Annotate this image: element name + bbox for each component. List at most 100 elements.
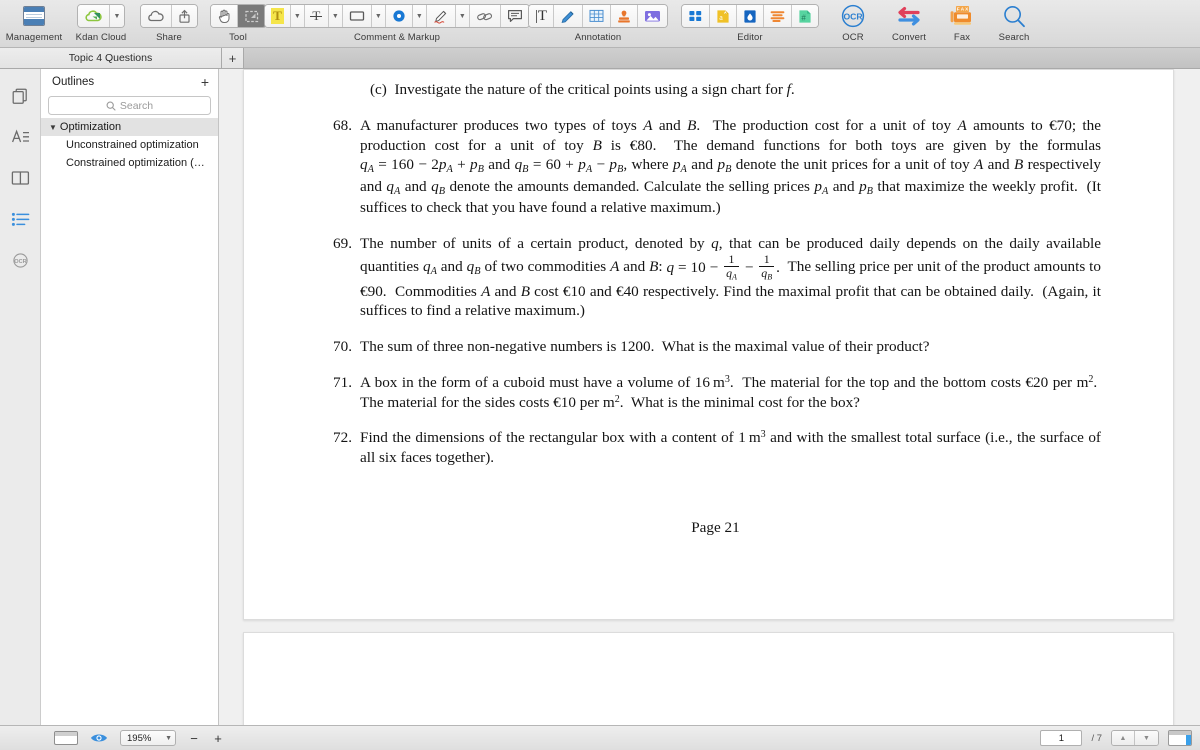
chevron-down-icon[interactable]: ▼ — [412, 5, 427, 27]
outline-item-label: Optimization — [59, 121, 122, 133]
stamp-icon[interactable] — [611, 5, 639, 27]
outline-item-label: Constrained optimization (… — [66, 157, 205, 169]
document-tab-label: Topic 4 Questions — [68, 52, 153, 64]
outline-item-unconstrained-optimization[interactable]: Unconstrained optimization — [41, 136, 218, 154]
single-page-view-icon[interactable] — [54, 731, 78, 745]
table-icon[interactable] — [583, 5, 612, 27]
search-icon — [106, 101, 116, 111]
total-pages-label: / 7 — [1091, 732, 1102, 744]
toolbar-group-label: Share — [156, 32, 182, 43]
next-page-button[interactable]: ▼ — [1135, 731, 1158, 745]
problem-text: The sum of three non-negative numbers is… — [360, 338, 930, 356]
sticky-note-icon[interactable] — [385, 5, 413, 27]
toolbar-group-label: Annotation — [574, 32, 622, 43]
visibility-icon[interactable] — [90, 732, 108, 744]
toolbar-group-label: Management — [5, 32, 63, 43]
problem-72: 72. Find the dimensions of the rectangul… — [330, 428, 1101, 468]
current-page-value: 1 — [1058, 732, 1065, 744]
edit-text-icon[interactable]: a — [710, 5, 737, 27]
page-navigation[interactable]: ▲ ▼ — [1111, 730, 1159, 746]
ocr-panel-icon[interactable]: OCR — [5, 245, 35, 275]
toggle-panel-icon[interactable] — [1168, 730, 1192, 746]
chevron-down-icon[interactable]: ▼ — [455, 5, 470, 27]
chevron-down-icon[interactable]: ▼ — [110, 5, 124, 27]
chevron-down-icon[interactable]: ▼ — [49, 123, 57, 132]
outline-item-optimization[interactable]: ▼ Optimization — [41, 118, 218, 136]
editor-segment[interactable]: a # — [681, 4, 819, 28]
toolbar-group-ocr: OCR OCR — [826, 3, 880, 48]
annotation-segment[interactable]: |T — [527, 4, 669, 28]
toolbar-group-label: Kdan Cloud — [75, 32, 127, 43]
image-icon[interactable] — [638, 5, 668, 27]
text-box-icon[interactable]: |T — [528, 5, 555, 27]
share-upload-icon[interactable] — [172, 5, 197, 27]
zoom-level-select[interactable]: 195% ▼ — [120, 730, 176, 746]
document-tab-bar: Topic 4 Questions + — [0, 48, 1200, 69]
pdf-page-2[interactable] — [243, 632, 1174, 725]
convert-icon[interactable] — [892, 3, 926, 29]
current-page-input[interactable]: 1 — [1040, 730, 1083, 746]
pdf-reader-window: Management ▼ Kdan Cloud Share Tool T ▼ ▼… — [0, 0, 1200, 750]
problem-number: 69. — [333, 234, 352, 252]
document-viewer[interactable]: (c) Investigate the nature of the critic… — [219, 69, 1200, 725]
bookmarks-icon[interactable] — [5, 163, 35, 193]
toolbar-group-fax: F A X Fax — [938, 3, 986, 48]
cloud-icon[interactable] — [141, 5, 172, 27]
outlines-header: Outlines + — [41, 69, 218, 95]
problem-text: A box in the form of a cuboid must have … — [360, 373, 1101, 411]
problem-number: 72. — [333, 429, 352, 447]
search-icon[interactable] — [997, 3, 1031, 29]
problem-number: 71. — [333, 373, 352, 391]
chevron-down-icon[interactable]: ▼ — [371, 5, 386, 27]
toolbar-group-label: Comment & Markup — [353, 32, 441, 43]
document-management-icon[interactable] — [17, 3, 51, 29]
outlines-icon[interactable] — [5, 204, 35, 234]
outline-search-placeholder: Search — [119, 99, 154, 112]
tab-bar-filler — [244, 48, 1200, 68]
thumbnails-icon[interactable] — [5, 81, 35, 111]
add-outline-button[interactable]: + — [201, 75, 209, 89]
document-tab[interactable]: Topic 4 Questions — [0, 48, 222, 68]
edit-image-icon[interactable] — [737, 5, 764, 27]
toolbar-group-label: OCR — [842, 32, 864, 43]
ocr-icon[interactable]: OCR — [836, 3, 870, 29]
eraser-icon[interactable] — [469, 5, 501, 27]
chevron-down-icon[interactable]: ▼ — [290, 5, 305, 27]
previous-page-button[interactable]: ▲ — [1112, 731, 1135, 745]
outline-search-input[interactable]: Search — [48, 96, 211, 115]
paragraph-icon[interactable] — [764, 5, 792, 27]
highlight-text-icon[interactable]: T — [265, 5, 291, 27]
kdan-cloud-icon[interactable] — [78, 5, 110, 27]
main-toolbar: Management ▼ Kdan Cloud Share Tool T ▼ ▼… — [0, 0, 1200, 48]
shape-rectangle-icon[interactable] — [342, 5, 372, 27]
annotations-icon[interactable] — [5, 122, 35, 152]
chevron-down-icon[interactable]: ▼ — [328, 5, 343, 27]
page-content: (c) Investigate the nature of the critic… — [244, 70, 1173, 538]
signature-icon[interactable] — [554, 5, 584, 27]
outline-item-constrained-optimization[interactable]: Constrained optimization (… — [41, 154, 218, 172]
hand-tool-icon[interactable] — [210, 5, 238, 27]
chevron-down-icon[interactable]: ▼ — [165, 735, 172, 742]
tool-segment[interactable] — [209, 4, 267, 28]
toolbar-group-comment-markup: T ▼ T ▼ ▼ ▼ — [264, 3, 530, 48]
zoom-in-button[interactable]: + — [212, 732, 224, 745]
new-tab-label: + — [228, 50, 237, 66]
status-bar-left: 195% ▼ − + — [8, 730, 224, 746]
svg-text:F A X: F A X — [957, 7, 969, 12]
problem-text: Find the dimensions of the rectangular b… — [360, 429, 1101, 467]
svg-text:OCR: OCR — [843, 11, 863, 21]
pdf-page-1[interactable]: (c) Investigate the nature of the critic… — [243, 69, 1174, 620]
select-area-icon[interactable] — [237, 5, 266, 27]
comment-markup-segment[interactable]: T ▼ T ▼ ▼ ▼ — [264, 4, 530, 28]
toolbar-group-editor: a # Editor — [674, 3, 826, 48]
layout-blocks-icon[interactable] — [682, 5, 710, 27]
new-tab-button[interactable]: + — [222, 48, 244, 68]
zoom-out-button[interactable]: − — [188, 732, 200, 745]
kdan-cloud-segment[interactable]: ▼ — [77, 4, 125, 28]
share-segment[interactable] — [140, 4, 198, 28]
strikethrough-icon[interactable]: T — [304, 5, 329, 27]
fax-icon[interactable]: F A X — [945, 3, 979, 29]
page-number-icon[interactable]: # — [792, 5, 818, 27]
toolbar-group-convert: Convert — [880, 3, 938, 48]
pencil-draw-icon[interactable] — [426, 5, 456, 27]
